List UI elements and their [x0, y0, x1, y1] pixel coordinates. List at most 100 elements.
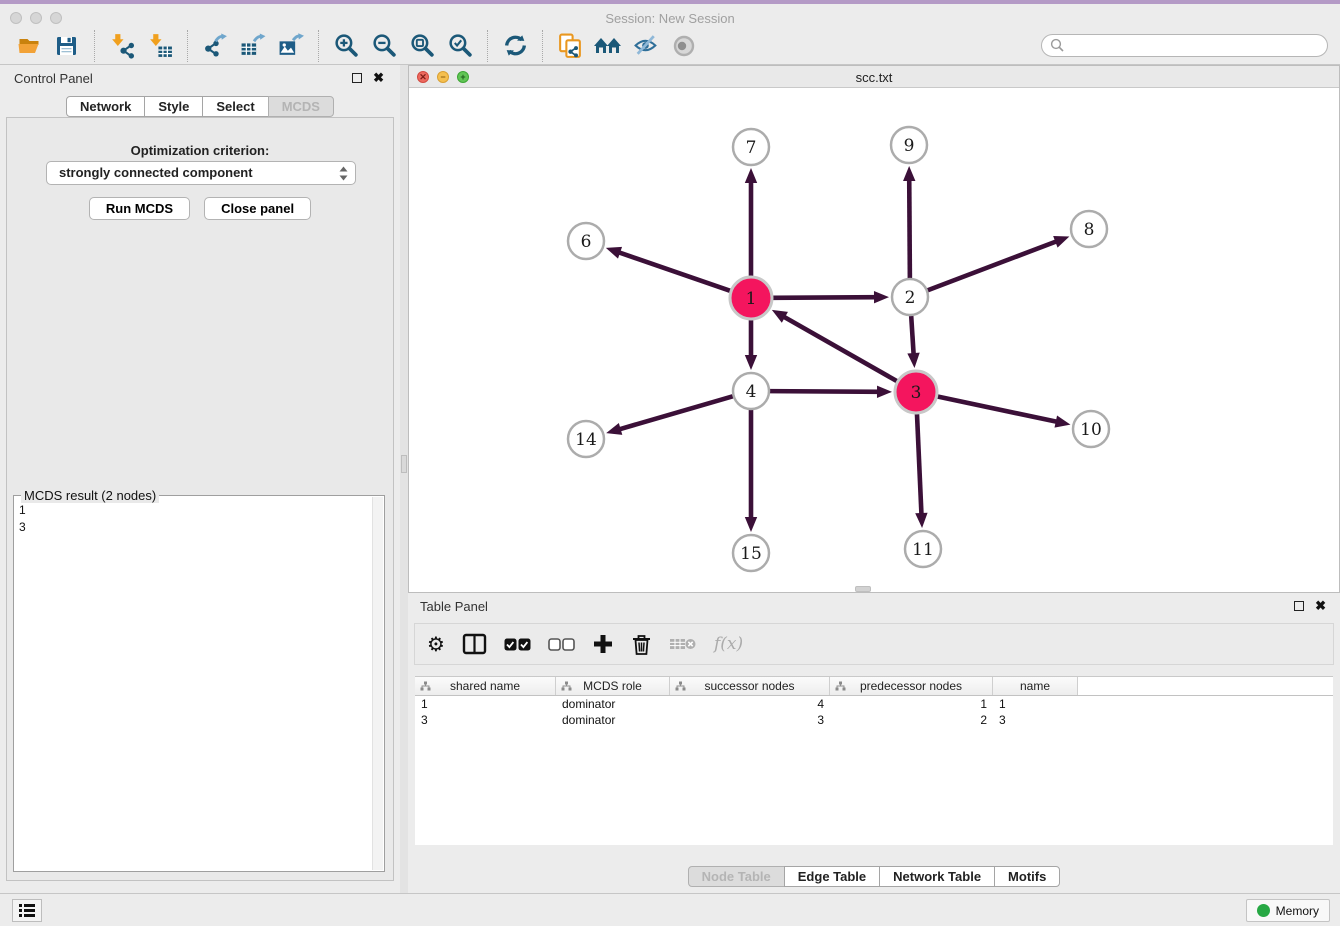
network-title: scc.txt: [409, 70, 1339, 85]
table-cell[interactable]: 1: [830, 696, 993, 712]
tab-network-table[interactable]: Network Table: [879, 866, 995, 887]
apply-function-button[interactable]: f(x): [714, 630, 743, 658]
split-panel-button[interactable]: [462, 630, 487, 658]
graph-edge-2-9[interactable]: [909, 178, 910, 278]
table-panel-header: Table Panel ✖: [408, 593, 1340, 619]
open-folder-icon: [16, 33, 43, 59]
tab-style[interactable]: Style: [144, 96, 203, 117]
tab-motifs[interactable]: Motifs: [994, 866, 1060, 887]
table-cell[interactable]: dominator: [556, 712, 670, 728]
result-scrollbar[interactable]: [372, 497, 383, 870]
export-table-button[interactable]: [234, 30, 272, 62]
graph-node-label: 3: [911, 383, 922, 403]
network-titlebar: ✕ − + scc.txt: [409, 66, 1339, 88]
duplicate-network-button[interactable]: [551, 30, 589, 62]
deselect-all-columns-button[interactable]: [548, 630, 575, 658]
criterion-select[interactable]: strongly connected component: [46, 161, 356, 185]
table-cell[interactable]: dominator: [556, 696, 670, 712]
export-network-button[interactable]: [196, 30, 234, 62]
column-header[interactable]: predecessor nodes: [830, 677, 993, 695]
search-input[interactable]: [1041, 34, 1328, 57]
table-panel: Table Panel ✖ ⚙ f(x) shared nameMCDS rol…: [408, 593, 1340, 893]
table-cell[interactable]: 1: [993, 696, 1078, 712]
first-neighbors-button[interactable]: [589, 30, 627, 62]
trash-icon: [631, 633, 652, 656]
horizontal-splitter-grip[interactable]: [855, 586, 871, 592]
graph-edge-1-6[interactable]: [617, 252, 730, 291]
table-cell[interactable]: 3: [993, 712, 1078, 728]
delete-table-icon: [669, 635, 697, 653]
tab-edge-table[interactable]: Edge Table: [784, 866, 880, 887]
titlebar: Session: New Session: [0, 0, 1340, 27]
network-canvas[interactable]: 7968124314101511: [409, 88, 1339, 593]
export-image-icon: [277, 32, 305, 59]
column-header[interactable]: shared name: [415, 677, 556, 695]
close-panel-button[interactable]: Close panel: [204, 197, 311, 220]
graph-edge-4-14[interactable]: [618, 396, 733, 429]
graph-node-label: 14: [575, 430, 597, 450]
hide-selected-button[interactable]: [627, 30, 665, 62]
import-table-button[interactable]: [141, 30, 179, 62]
control-panel-header: Control Panel ✖: [0, 65, 400, 91]
delete-table-button[interactable]: [669, 630, 697, 658]
table-cell[interactable]: 4: [670, 696, 830, 712]
tab-select[interactable]: Select: [202, 96, 268, 117]
table-cell[interactable]: 2: [830, 712, 993, 728]
column-header[interactable]: MCDS role: [556, 677, 670, 695]
graph-node-label: 9: [904, 136, 915, 156]
graph-node-label: 1: [746, 289, 757, 309]
task-history-button[interactable]: [12, 899, 42, 922]
delete-column-button[interactable]: [631, 630, 652, 658]
show-all-button[interactable]: [665, 30, 703, 62]
graph-edge-3-11[interactable]: [917, 414, 922, 516]
column-header[interactable]: successor nodes: [670, 677, 830, 695]
tab-node-table[interactable]: Node Table: [688, 866, 785, 887]
refresh-button[interactable]: [496, 30, 534, 62]
memory-button[interactable]: Memory: [1246, 899, 1330, 922]
mcds-buttons: Run MCDS Close panel: [7, 197, 393, 220]
table-row: 1dominator411: [415, 696, 1333, 712]
save-session-button[interactable]: [48, 30, 86, 62]
mcds-result-text[interactable]: 1 3: [19, 502, 368, 867]
export-image-button[interactable]: [272, 30, 310, 62]
tab-network[interactable]: Network: [66, 96, 145, 117]
zoom-fit-button[interactable]: [403, 30, 441, 62]
graph-edge-3-1[interactable]: [782, 316, 897, 381]
open-session-button[interactable]: [10, 30, 48, 62]
table-close-icon[interactable]: ✖: [1315, 598, 1326, 613]
tab-mcds[interactable]: MCDS: [268, 96, 334, 117]
save-floppy-icon: [54, 33, 80, 59]
graph-edge-1-2[interactable]: [773, 297, 877, 298]
graph-edge-2-8[interactable]: [928, 241, 1058, 291]
graph-edge-2-3[interactable]: [911, 316, 914, 356]
status-bar: Memory: [0, 893, 1340, 926]
table-float-icon[interactable]: [1294, 601, 1304, 611]
vertical-splitter[interactable]: [400, 65, 408, 893]
eye-disabled-icon: [671, 33, 697, 59]
toolbar-separator: [542, 30, 543, 62]
table-cell[interactable]: 3: [670, 712, 830, 728]
zoom-in-button[interactable]: [327, 30, 365, 62]
mcds-panel-body: Optimization criterion: strongly connect…: [6, 117, 394, 881]
import-network-button[interactable]: [103, 30, 141, 62]
graph-edge-3-10[interactable]: [938, 397, 1059, 423]
splitter-grip[interactable]: [401, 455, 407, 473]
table-settings-button[interactable]: ⚙: [427, 630, 445, 658]
mcds-result-title: MCDS result (2 nodes): [21, 488, 159, 503]
column-header[interactable]: name: [993, 677, 1078, 695]
plus-icon: [592, 633, 614, 655]
select-all-columns-button[interactable]: [504, 630, 531, 658]
run-mcds-button[interactable]: Run MCDS: [89, 197, 190, 220]
zoom-out-icon: [371, 32, 398, 59]
table-row: 3dominator323: [415, 712, 1333, 728]
graph-edge-arrow: [1053, 236, 1069, 248]
zoom-out-button[interactable]: [365, 30, 403, 62]
float-panel-icon[interactable]: [352, 73, 362, 83]
zoom-selected-button[interactable]: [441, 30, 479, 62]
table-cell[interactable]: 1: [415, 696, 556, 712]
graph-edge-4-3[interactable]: [770, 391, 880, 392]
table-cell[interactable]: 3: [415, 712, 556, 728]
close-panel-icon[interactable]: ✖: [373, 70, 384, 85]
add-column-button[interactable]: [592, 630, 614, 658]
toolbar-separator: [94, 30, 95, 62]
